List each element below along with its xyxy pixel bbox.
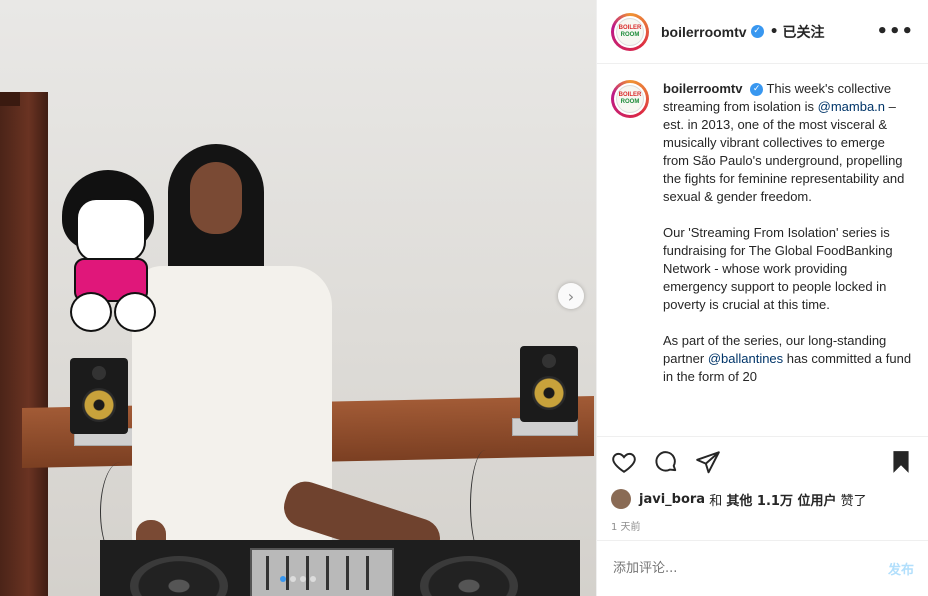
comment-input[interactable] [611, 560, 888, 577]
follow-separator: • [769, 23, 779, 40]
share-icon[interactable] [695, 449, 721, 475]
carousel-dot [310, 576, 316, 582]
caption-paragraph: Our 'Streaming From Isolation' series is… [663, 225, 893, 312]
shirt-graphic [56, 170, 166, 332]
caption-username[interactable]: boilerroomtv [663, 81, 742, 96]
caption-area: BOILER ROOM boilerroomtv ✓ This week's co… [597, 64, 928, 436]
verified-badge-icon: ✓ [750, 25, 764, 38]
caption-text: boilerroomtv ✓ This week's collective st… [663, 80, 914, 436]
avatar[interactable] [611, 489, 631, 509]
follow-status-button[interactable]: 已关注 [783, 22, 825, 42]
verified-badge-icon: ✓ [750, 83, 764, 97]
carousel-dot [280, 576, 286, 582]
mention-link[interactable]: @mamba.n [818, 99, 885, 114]
action-bar [597, 436, 928, 486]
heart-icon[interactable] [611, 449, 637, 475]
likes-count-link[interactable]: 其他 1.1万 位用户 [726, 490, 836, 509]
likes-summary: javi_bora 和 其他 1.1万 位用户 赞了 [597, 486, 928, 512]
avatar[interactable]: BOILER ROOM [611, 12, 649, 51]
post-timestamp[interactable]: 1 天前 [597, 512, 928, 540]
boiler-room-logo: BOILER ROOM [616, 17, 644, 46]
comment-box: 发布 [597, 540, 928, 596]
post-sidebar: BOILER ROOM boilerroomtv ✓ • 已关注 ••• BOIL… [596, 0, 928, 596]
header-username[interactable]: boilerroomtv [661, 24, 747, 40]
carousel-dot [290, 576, 296, 582]
carousel-indicator [0, 576, 596, 582]
carousel-dot [300, 576, 306, 582]
caption-avatar[interactable]: BOILER ROOM [611, 80, 649, 118]
post-photo[interactable]: › [0, 0, 596, 596]
comment-icon[interactable] [653, 449, 679, 475]
photo-cabinet [0, 92, 48, 596]
speaker-right [520, 346, 578, 422]
liker-username[interactable]: javi_bora [639, 492, 705, 507]
instagram-post: › BOILER ROOM boilerroomtv ✓ • 已关注 ••• BO… [0, 0, 928, 596]
bookmark-icon[interactable] [888, 449, 914, 475]
mention-link[interactable]: @ballantines [708, 351, 783, 366]
more-options-icon[interactable]: ••• [876, 21, 914, 42]
speaker-left [70, 358, 128, 434]
chevron-right-icon[interactable]: › [558, 283, 584, 309]
dj-mixer [250, 548, 394, 596]
post-header: BOILER ROOM boilerroomtv ✓ • 已关注 ••• [597, 0, 928, 64]
post-comment-button[interactable]: 发布 [888, 559, 914, 578]
